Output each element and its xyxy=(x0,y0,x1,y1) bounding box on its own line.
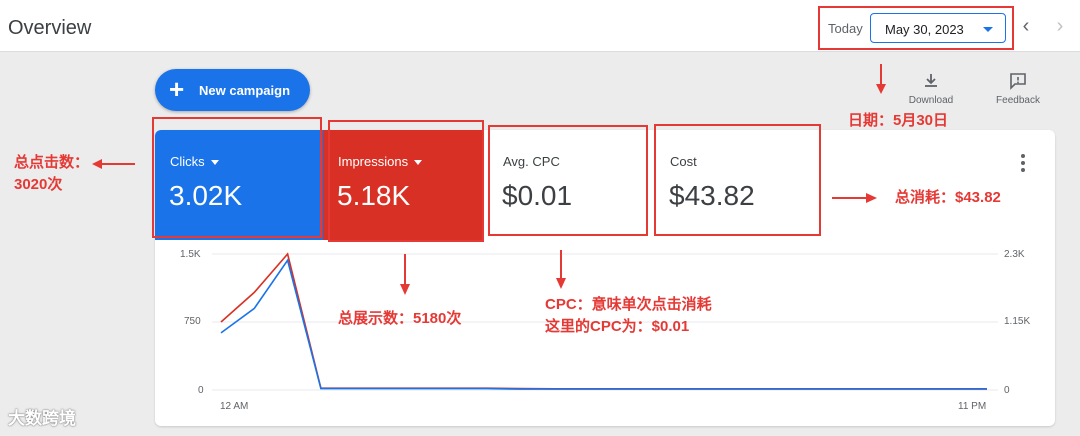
annotation-date: 日期：5月30日 xyxy=(848,112,949,129)
performance-line-chart xyxy=(92,64,998,391)
annotation-impressions: 总展示数：5180次 xyxy=(338,310,462,327)
arrow-impressions-head xyxy=(400,284,410,295)
annotation-clicks-line1: 总点击数： xyxy=(14,154,90,171)
annotation-arrows xyxy=(92,64,886,295)
arrow-clicks-head xyxy=(92,159,102,169)
annotation-cost: 总消耗：$43.82 xyxy=(895,189,1001,206)
annotation-clicks-line2: 3020次 xyxy=(14,176,63,193)
arrow-cost-head xyxy=(866,193,877,203)
annotation-cpc-line2: 这里的CPC为：$0.01 xyxy=(545,318,690,335)
arrow-date-head xyxy=(876,84,886,94)
arrow-cpc-head xyxy=(556,278,566,289)
annotation-cpc-line1: CPC：意味单次点击消耗 xyxy=(545,296,712,313)
watermark: 大数跨境 xyxy=(8,409,76,428)
